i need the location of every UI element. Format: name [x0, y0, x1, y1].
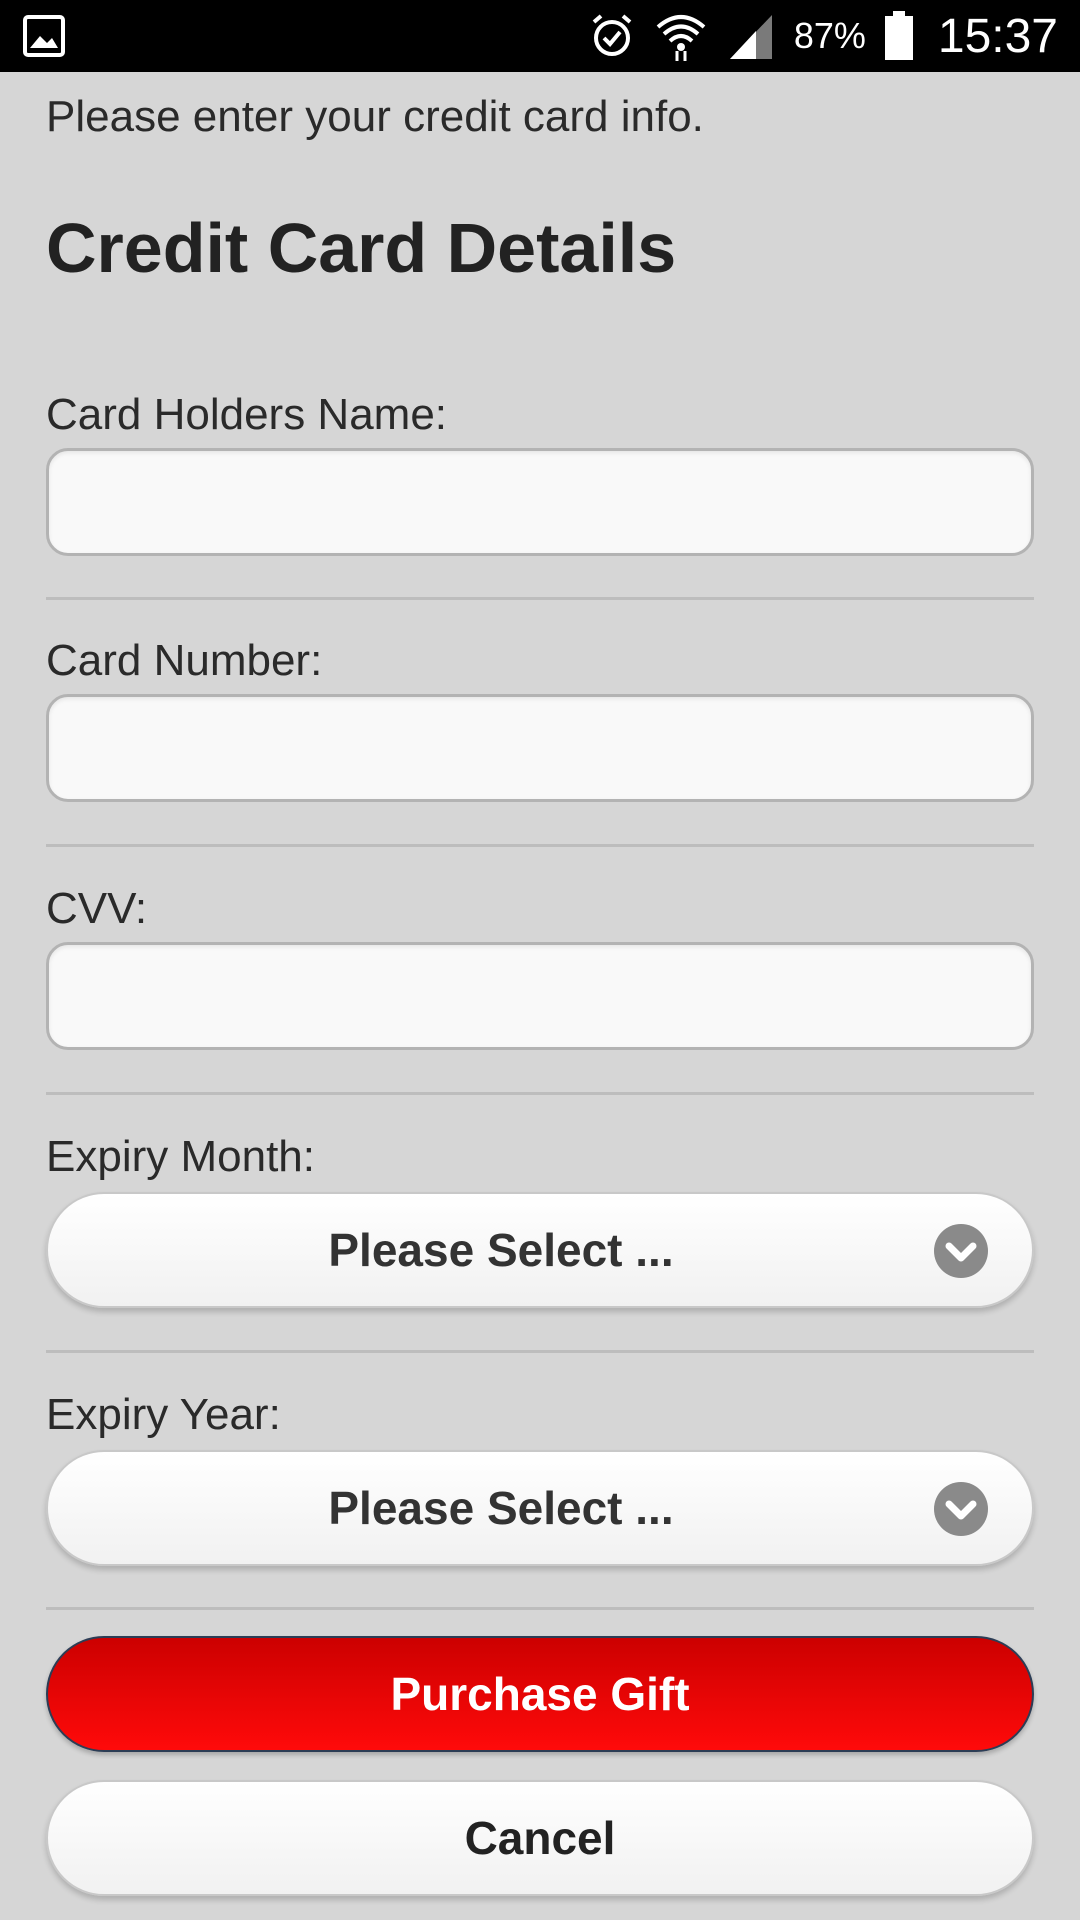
card-number-input[interactable] [46, 694, 1034, 802]
intro-text: Please enter your credit card info. [46, 92, 704, 141]
divider [46, 1092, 1034, 1095]
expiry-month-label: Expiry Month: [46, 1132, 315, 1181]
expiry-month-select[interactable]: Please Select ... [46, 1192, 1034, 1308]
clock-time: 15:37 [937, 9, 1058, 63]
divider [46, 1607, 1034, 1610]
expiry-month-selected-value: Please Select ... [328, 1224, 674, 1276]
divider [46, 844, 1034, 847]
gallery-notification-icon [23, 15, 65, 57]
battery-percent: 87% [793, 15, 866, 56]
status-icons: 87% 15:37 [588, 0, 1058, 72]
cell-signal-icon [729, 15, 772, 59]
page-title: Credit Card Details [46, 209, 677, 287]
expiry-year-select[interactable]: Please Select ... [46, 1450, 1034, 1566]
alarm-icon [592, 14, 632, 56]
cvv-label: CVV: [46, 884, 148, 933]
card-holder-input[interactable] [46, 448, 1034, 556]
purchase-gift-button[interactable]: Purchase Gift [46, 1636, 1034, 1752]
battery-icon [884, 11, 913, 60]
chevron-down-circle-icon [934, 1224, 988, 1278]
card-number-label: Card Number: [46, 636, 323, 685]
card-holder-label: Card Holders Name: [46, 390, 448, 439]
divider [46, 597, 1034, 600]
cvv-input[interactable] [46, 942, 1034, 1050]
chevron-down-circle-icon [934, 1482, 988, 1536]
status-bar: 87% 15:37 [0, 0, 1080, 72]
wifi-icon [656, 15, 706, 61]
expiry-year-selected-value: Please Select ... [328, 1482, 674, 1534]
divider [46, 1350, 1034, 1353]
expiry-year-label: Expiry Year: [46, 1390, 281, 1439]
cancel-button[interactable]: Cancel [46, 1780, 1034, 1896]
